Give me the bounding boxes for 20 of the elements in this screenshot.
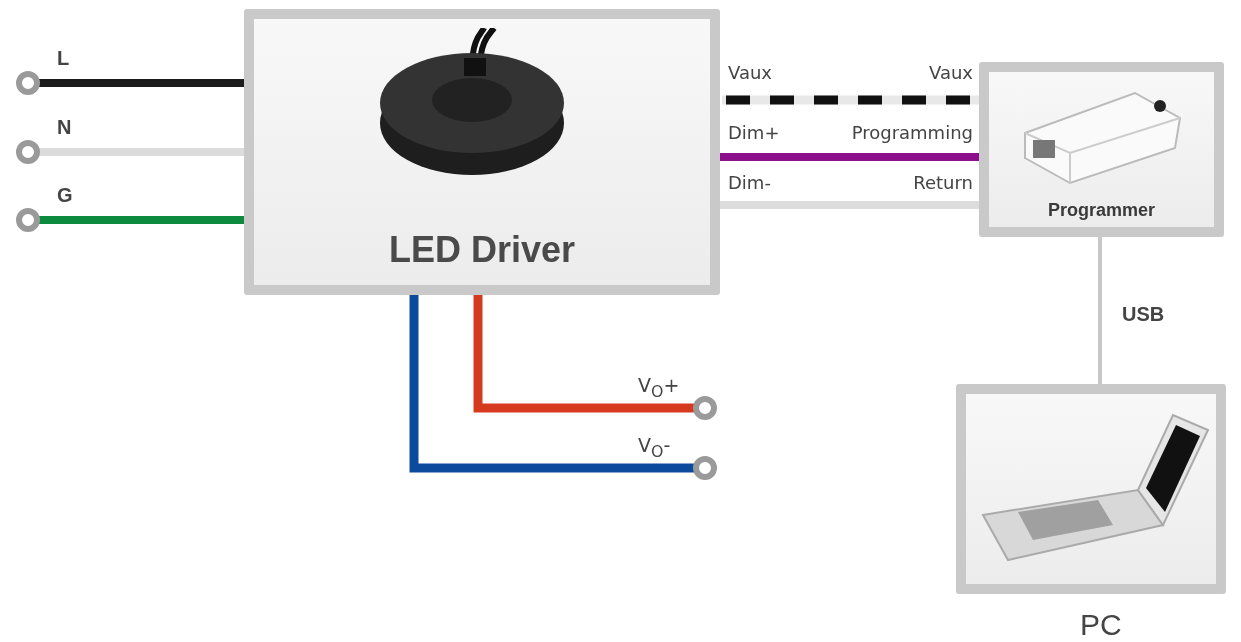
wire-label: Return bbox=[913, 172, 973, 193]
wire-label: N bbox=[57, 116, 72, 139]
terminal bbox=[693, 456, 717, 480]
wire-label: Programming bbox=[851, 122, 973, 143]
device-label: PC bbox=[1080, 608, 1122, 642]
terminal bbox=[16, 140, 40, 164]
terminal bbox=[16, 208, 40, 232]
wire-label: V$_{O}$- bbox=[638, 434, 671, 461]
wire-label: Vaux bbox=[728, 62, 772, 83]
device-title: LED Driver bbox=[387, 229, 577, 271]
wire-label: Dim+ bbox=[728, 122, 780, 143]
terminal bbox=[693, 396, 717, 420]
wire-label: Vaux bbox=[929, 62, 973, 83]
device-label: Programmer bbox=[1046, 200, 1156, 221]
terminal bbox=[16, 71, 40, 95]
cable-label: USB bbox=[1122, 303, 1165, 326]
wire-label: G bbox=[57, 184, 73, 207]
wire-label: V$_{O}$+ bbox=[638, 374, 680, 401]
wire-label: Dim- bbox=[728, 172, 771, 193]
wire-label: L bbox=[57, 47, 70, 70]
